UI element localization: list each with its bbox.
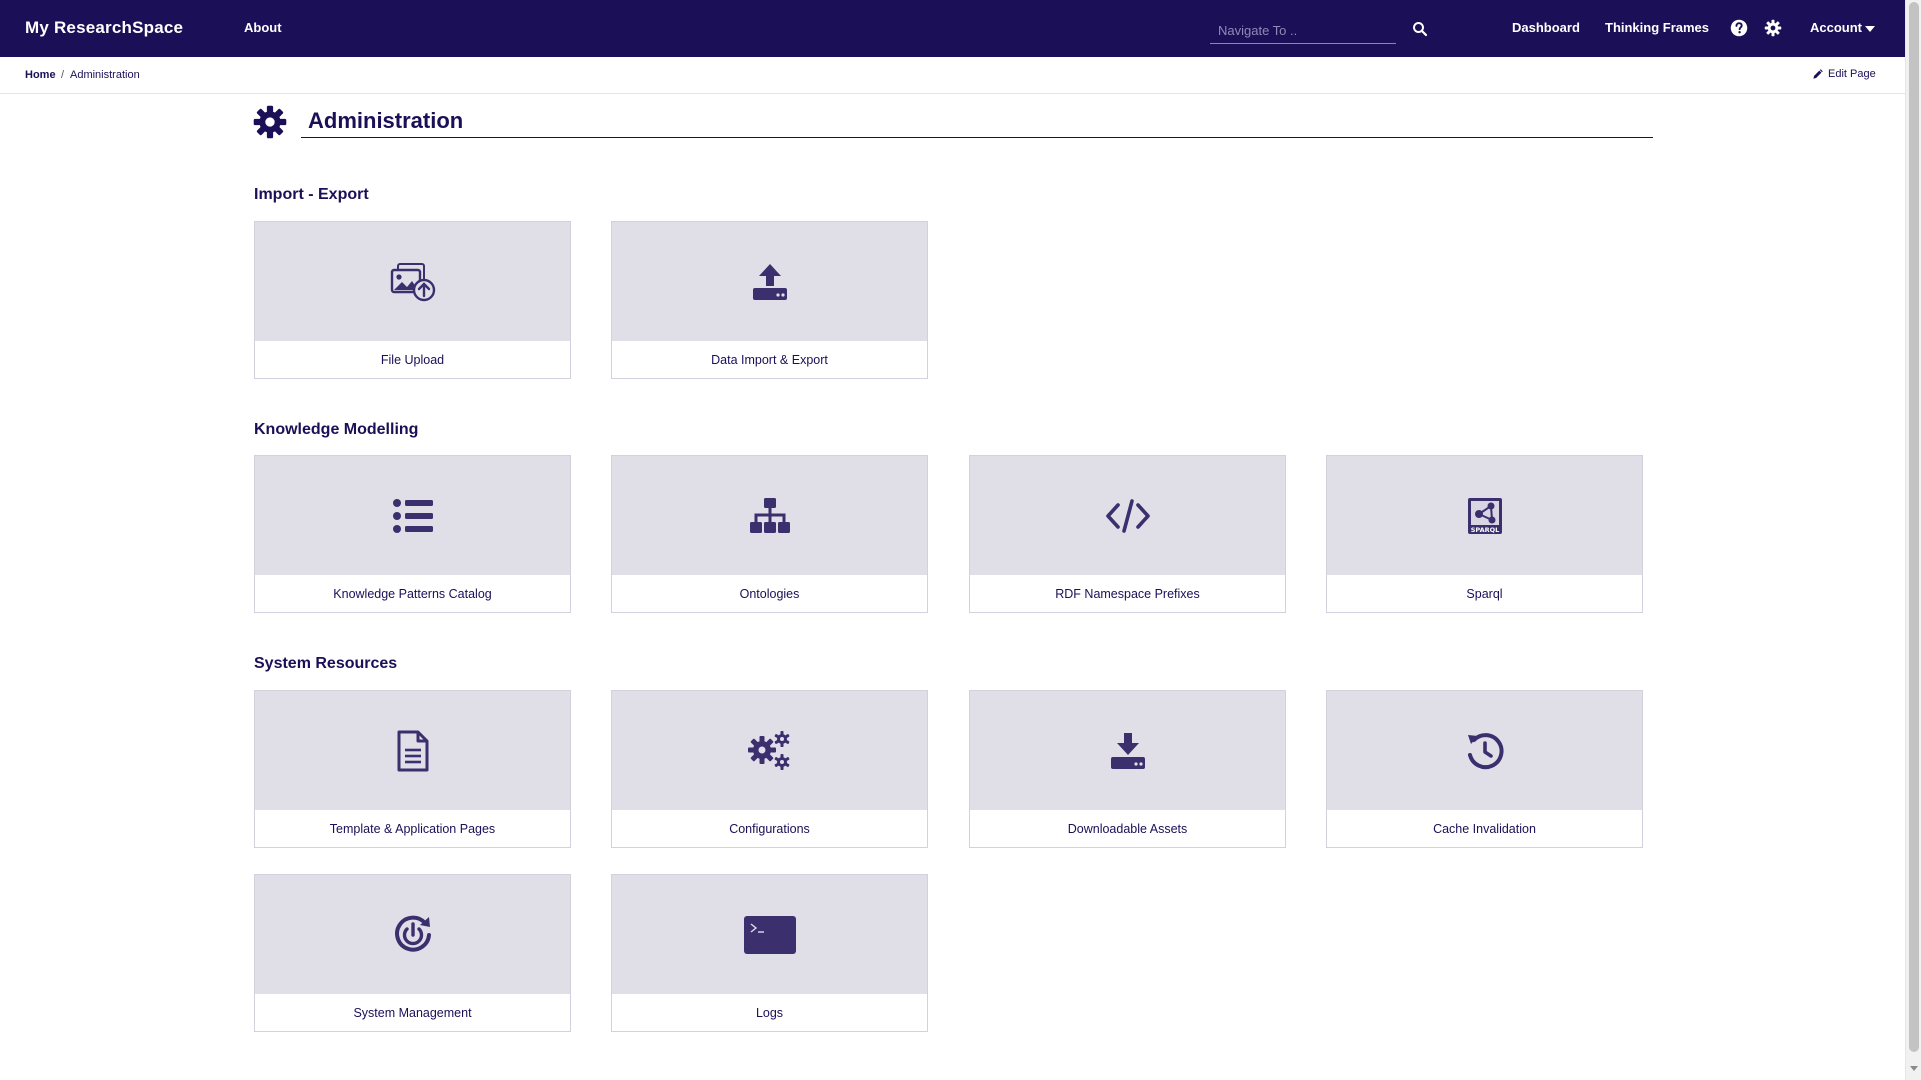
brand-logo-text[interactable]: My ResearchSpace xyxy=(25,18,183,38)
page-title: Administration xyxy=(308,108,464,133)
sparql-icon: SPARQL xyxy=(1467,497,1502,534)
sitemap-icon xyxy=(749,497,790,533)
tile-label: Downloadable Assets xyxy=(1067,822,1188,836)
nav-about-link[interactable]: About xyxy=(244,20,282,35)
sparql-icon-text: SPARQL xyxy=(1470,526,1499,534)
list-icon xyxy=(392,498,433,533)
search-icon[interactable] xyxy=(1411,20,1429,38)
tile-label: Configurations xyxy=(729,822,810,836)
page-scrollbar[interactable] xyxy=(1905,0,1921,1080)
section-title-import-export: Import - Export xyxy=(254,186,369,203)
tile-rdf-namespace-prefixes[interactable]: RDF Namespace Prefixes xyxy=(969,455,1286,613)
scroll-down-arrow-icon[interactable] xyxy=(1910,1066,1918,1071)
tile-cache-invalidation[interactable]: Cache Invalidation xyxy=(1326,690,1643,848)
tile-label: File Upload xyxy=(380,353,445,367)
tile-label: RDF Namespace Prefixes xyxy=(1055,587,1200,601)
settings-gear-icon[interactable] xyxy=(1764,19,1782,37)
tile-sparql[interactable]: SPARQL Sparql xyxy=(1326,455,1643,613)
tile-file-upload[interactable]: File Upload xyxy=(254,221,571,379)
tile-template-application-pages[interactable]: Template & Application Pages xyxy=(254,690,571,848)
section-title-system-resources: System Resources xyxy=(254,655,398,672)
tile-label: Cache Invalidation xyxy=(1433,822,1536,836)
caret-down-icon[interactable] xyxy=(1865,26,1875,32)
tile-downloadable-assets[interactable]: Downloadable Assets xyxy=(969,690,1286,848)
navigate-to-input[interactable] xyxy=(1210,17,1396,44)
tile-data-import-export[interactable]: Data Import & Export xyxy=(611,221,928,379)
breadcrumb-current: Administration xyxy=(70,69,140,81)
tile-label: Ontologies xyxy=(739,587,800,601)
tile-label: Logs xyxy=(755,1006,784,1020)
tile-label: Sparql xyxy=(1466,587,1503,601)
breadcrumb-home-link[interactable]: Home xyxy=(25,69,56,81)
account-menu[interactable]: Account xyxy=(1810,20,1862,35)
gears-icon xyxy=(747,730,789,770)
nav-dashboard-link[interactable]: Dashboard xyxy=(1512,20,1580,35)
top-navbar: My ResearchSpace About Dashboard Thinkin… xyxy=(0,0,1905,57)
scrollbar-thumb[interactable] xyxy=(1909,2,1919,1052)
tile-label: Template & Application Pages xyxy=(329,822,496,836)
tile-label: System Management xyxy=(353,1006,472,1020)
upload-tray-icon xyxy=(752,263,787,300)
tile-label: Data Import & Export xyxy=(711,353,828,367)
tile-ontologies[interactable]: Ontologies xyxy=(611,455,928,613)
breadcrumb-separator: / xyxy=(61,69,65,81)
tile-configurations[interactable]: Configurations xyxy=(611,690,928,848)
terminal-icon xyxy=(743,915,796,954)
tile-knowledge-patterns-catalog[interactable]: Knowledge Patterns Catalog xyxy=(254,455,571,613)
download-tray-icon xyxy=(1110,732,1145,769)
document-icon xyxy=(397,730,428,771)
pencil-icon xyxy=(1813,68,1823,79)
tile-system-management[interactable]: System Management xyxy=(254,874,571,1032)
tile-label: Knowledge Patterns Catalog xyxy=(333,587,492,601)
code-icon xyxy=(1105,498,1150,533)
history-icon xyxy=(1467,732,1503,769)
edit-page-label: Edit Page xyxy=(1828,68,1876,80)
nav-thinking-frames-link[interactable]: Thinking Frames xyxy=(1605,20,1709,35)
administration-gear-icon xyxy=(253,105,287,139)
title-divider xyxy=(301,137,1653,138)
edit-page-button[interactable]: Edit Page xyxy=(1812,68,1876,80)
section-title-knowledge-modelling: Knowledge Modelling xyxy=(254,421,419,438)
breadcrumb: Home / Administration Edit Page xyxy=(0,57,1905,94)
image-upload-icon xyxy=(390,262,435,301)
help-icon[interactable] xyxy=(1730,19,1748,37)
tile-logs[interactable]: Logs xyxy=(611,874,928,1032)
power-cycle-icon xyxy=(394,915,431,952)
